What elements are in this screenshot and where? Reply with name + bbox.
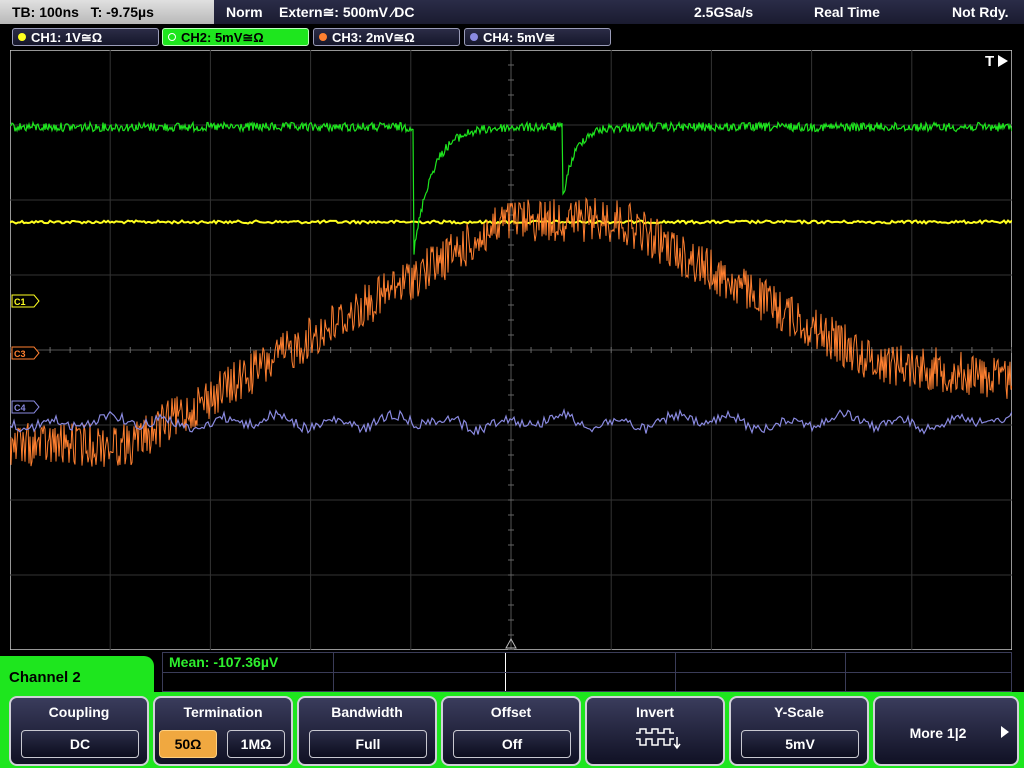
sample-rate: 2.5GSa/s	[694, 4, 754, 20]
more-label: More 1|2	[909, 725, 967, 741]
c3-marker-label: C3	[14, 349, 26, 359]
ch4-color-dot	[470, 33, 478, 41]
trigger-time-readout: T: -9.75µs	[90, 4, 154, 20]
termination-softkey[interactable]: Termination 50Ω 1MΩ	[153, 696, 293, 766]
c1-ground-marker[interactable]: C1	[11, 294, 40, 308]
bandwidth-title: Bandwidth	[331, 704, 403, 720]
termination-title: Termination	[183, 704, 263, 720]
timebase-box[interactable]: TB: 100ns T: -9.75µs	[0, 0, 214, 24]
yscale-title: Y-Scale	[774, 704, 824, 720]
measurement-bar	[162, 652, 1012, 692]
tab-ch2[interactable]: CH2: 5mV≅Ω	[162, 28, 309, 46]
ch3-color-dot	[319, 33, 327, 41]
offset-value: Off	[453, 730, 571, 758]
termination-50ohm-option[interactable]: 50Ω	[159, 730, 217, 758]
ch2-color-dot	[168, 33, 176, 41]
acquisition-state: Not Rdy.	[952, 4, 1009, 20]
ch2-label: CH2: 5mV≅Ω	[181, 30, 264, 45]
waveform-display[interactable]: C1 C3 C4 T	[10, 50, 1012, 650]
trigger-marker-label: T	[985, 53, 994, 70]
more-softkey[interactable]: More 1|2	[873, 696, 1019, 766]
tab-ch3[interactable]: CH3: 2mV≅Ω	[313, 28, 460, 46]
ch3-label: CH3: 2mV≅Ω	[332, 30, 415, 45]
offset-softkey[interactable]: Offset Off	[441, 696, 581, 766]
ch4-label: CH4: 5mV≅	[483, 30, 556, 45]
yscale-softkey[interactable]: Y-Scale 5mV	[729, 696, 869, 766]
c4-marker-label: C4	[14, 403, 26, 413]
bandwidth-softkey[interactable]: Bandwidth Full	[297, 696, 437, 766]
termination-1mohm-option[interactable]: 1MΩ	[227, 730, 285, 758]
ch1-color-dot	[18, 33, 26, 41]
bandwidth-value: Full	[309, 730, 427, 758]
trigger-mode[interactable]: Norm	[226, 0, 263, 24]
yscale-value: 5mV	[741, 730, 859, 758]
invert-softkey[interactable]: Invert	[585, 696, 725, 766]
mean-measurement: Mean: -107.36µV	[169, 654, 279, 670]
next-page-arrow-icon	[1001, 726, 1009, 738]
ch1-label: CH1: 1V≅Ω	[31, 30, 103, 45]
tab-ch4[interactable]: CH4: 5mV≅	[464, 28, 611, 46]
invert-title: Invert	[635, 704, 675, 720]
invert-waveform-icon	[636, 728, 681, 750]
timebase-readout: TB: 100ns	[12, 4, 79, 20]
coupling-softkey[interactable]: Coupling DC	[9, 696, 149, 766]
c1-marker-label: C1	[14, 297, 26, 307]
acquisition-mode: Real Time	[814, 4, 880, 20]
c3-ground-marker[interactable]: C3	[11, 346, 40, 360]
coupling-value: DC	[21, 730, 139, 758]
tab-ch1[interactable]: CH1: 1V≅Ω	[12, 28, 159, 46]
coupling-title: Coupling	[48, 704, 110, 720]
offset-title: Offset	[490, 704, 532, 720]
c4-ground-marker[interactable]: C4	[11, 400, 40, 414]
trigger-source[interactable]: Extern≅: 500mV ⁄DC	[279, 0, 414, 24]
